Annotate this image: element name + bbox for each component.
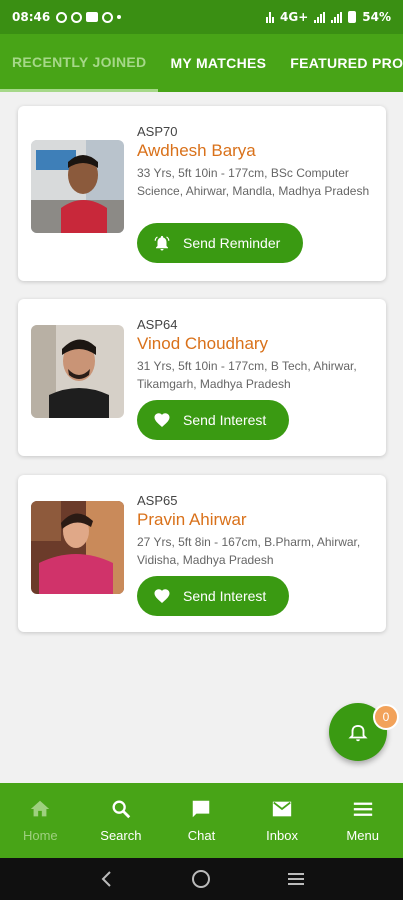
- q-app-icon-2: [102, 11, 114, 23]
- profile-photo[interactable]: [31, 325, 124, 418]
- send-reminder-label: Send Reminder: [183, 235, 281, 251]
- heart-icon: [154, 589, 170, 604]
- profile-photo[interactable]: [31, 140, 124, 233]
- notification-count-badge: 0: [373, 704, 399, 730]
- profile-id: ASP70: [137, 124, 178, 139]
- profile-details: 31 Yrs, 5ft 10in - 177cm, B Tech, Ahirwa…: [137, 359, 357, 391]
- bell-icon: [154, 235, 170, 251]
- heart-icon: [154, 413, 170, 428]
- chat-icon: [193, 800, 210, 818]
- home-icon: [31, 800, 50, 817]
- menu-icon: [353, 802, 372, 816]
- profile-details: 27 Yrs, 5ft 8in - 167cm, B.Pharm, Ahirwa…: [137, 535, 361, 567]
- send-interest-button[interactable]: Send Interest: [137, 400, 289, 440]
- nav-home[interactable]: Home: [0, 783, 81, 858]
- nav-home-label: Home: [22, 828, 58, 843]
- notification-icons: [56, 11, 122, 23]
- nav-search-label: Search: [100, 828, 142, 843]
- nav-search[interactable]: Search: [81, 783, 162, 858]
- nav-menu-label: Menu: [346, 828, 379, 843]
- bell-icon: [348, 725, 368, 742]
- home-circle-icon[interactable]: [190, 868, 212, 890]
- tab-bar: RECENTLY JOINED MY MATCHES FEATURED PROF…: [0, 34, 403, 92]
- system-nav-bar: [0, 858, 403, 900]
- signal-icon: [314, 11, 326, 23]
- q-app-icon: [71, 11, 83, 23]
- profile-id: ASP64: [137, 317, 178, 332]
- status-time: 08:46: [12, 10, 51, 24]
- vibrate-icon: [266, 11, 274, 23]
- profile-card[interactable]: ASP64 Vinod Choudhary 31 Yrs, 5ft 10in -…: [18, 299, 386, 456]
- whatsapp-icon: [56, 11, 68, 23]
- send-interest-label: Send Interest: [183, 588, 267, 604]
- recents-icon[interactable]: [286, 869, 306, 889]
- back-icon[interactable]: [97, 869, 117, 889]
- profile-name[interactable]: Pravin Ahirwar: [137, 510, 372, 530]
- battery-icon: [348, 11, 357, 23]
- profile-photo[interactable]: [31, 501, 124, 594]
- profile-card[interactable]: ASP65 Pravin Ahirwar 27 Yrs, 5ft 8in - 1…: [18, 475, 386, 632]
- send-interest-label: Send Interest: [183, 412, 267, 428]
- profile-details: 33 Yrs, 5ft 10in - 177cm, BSc Computer S…: [137, 166, 370, 198]
- search-icon: [112, 800, 131, 819]
- tab-recently-joined[interactable]: RECENTLY JOINED: [0, 34, 159, 92]
- profile-id: ASP65: [137, 493, 178, 508]
- nav-chat-label: Chat: [187, 828, 216, 843]
- more-notifications-icon: [117, 15, 122, 19]
- profile-name[interactable]: Vinod Choudhary: [137, 334, 372, 354]
- profile-card[interactable]: ASP70 Awdhesh Barya 33 Yrs, 5ft 10in - 1…: [18, 106, 386, 281]
- send-reminder-button[interactable]: Send Reminder: [137, 223, 303, 263]
- battery-percent: 54%: [362, 10, 391, 24]
- status-bar: 08:46 4G+ 54%: [0, 0, 403, 34]
- profile-name[interactable]: Awdhesh Barya: [137, 141, 372, 161]
- nav-inbox-label: Inbox: [266, 828, 298, 843]
- nav-inbox[interactable]: Inbox: [242, 783, 323, 858]
- tv-app-icon: [86, 12, 99, 22]
- nav-menu[interactable]: Menu: [322, 783, 403, 858]
- mail-icon: [272, 801, 292, 817]
- tab-my-matches[interactable]: MY MATCHES: [158, 34, 278, 92]
- send-interest-button[interactable]: Send Interest: [137, 576, 289, 616]
- nav-chat[interactable]: Chat: [161, 783, 242, 858]
- signal-icon-2: [331, 11, 343, 23]
- network-label: 4G+: [280, 10, 309, 24]
- bottom-nav: Home Search Chat Inbox Menu: [0, 783, 403, 858]
- tab-featured-profiles[interactable]: FEATURED PROFILES: [278, 34, 403, 92]
